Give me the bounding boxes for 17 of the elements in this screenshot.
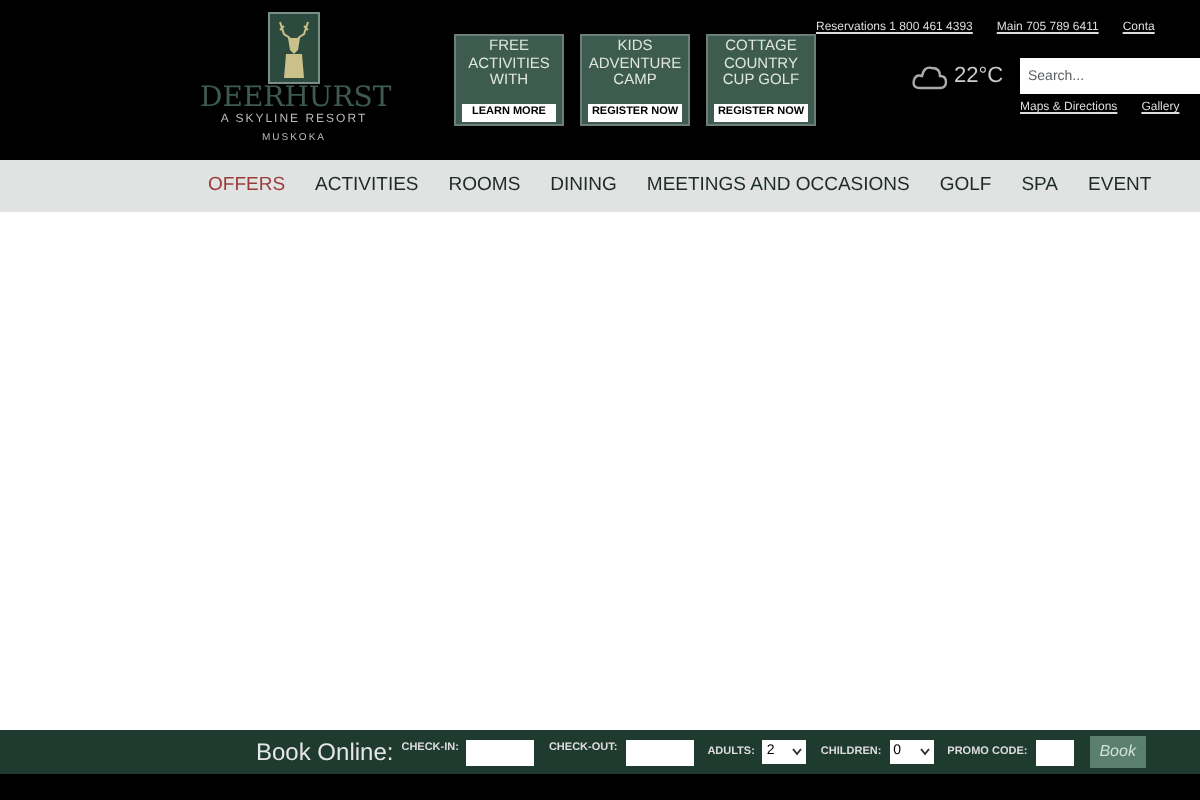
date-field[interactable] xyxy=(466,739,535,765)
nav-link[interactable]: ACTIVITIES xyxy=(315,171,419,201)
temperature: 22°C xyxy=(954,62,1004,92)
caret-icon xyxy=(919,748,930,756)
caret-icon xyxy=(792,748,803,756)
promo-code-field[interactable] xyxy=(1035,739,1074,765)
cloud-icon xyxy=(912,63,948,90)
nav-link[interactable]: ROOMS xyxy=(448,171,521,201)
nav-link[interactable]: MEETINGS AND OCCASIONS xyxy=(646,171,910,201)
date-field[interactable] xyxy=(625,739,694,765)
nav-link[interactable]: DINING xyxy=(550,171,617,201)
deer-logo-icon xyxy=(268,12,320,84)
booking-title: Book Online: xyxy=(256,736,394,770)
nav-link[interactable]: GOLF xyxy=(939,171,992,201)
nav-link[interactable]: OFFERS xyxy=(208,171,286,201)
nav-link[interactable]: SPA xyxy=(1021,171,1059,201)
nav-link[interactable]: EVENT xyxy=(1088,171,1152,201)
